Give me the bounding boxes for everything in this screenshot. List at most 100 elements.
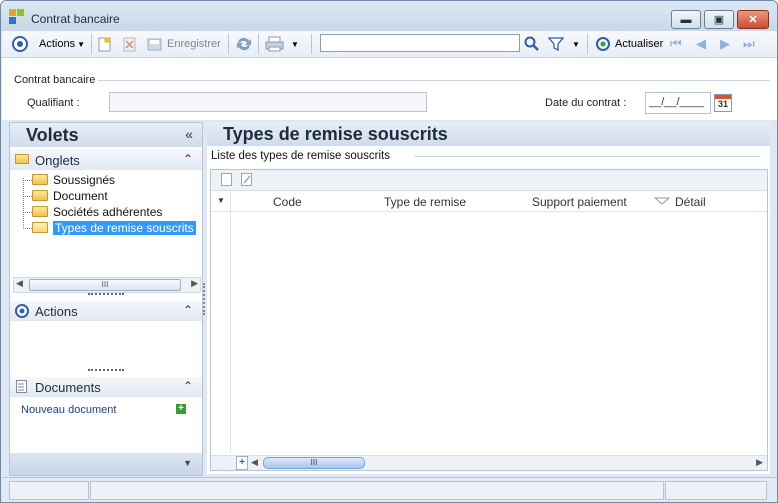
group-divider [414,156,760,157]
column-header-label: Détail [675,195,706,209]
tree-connector [23,196,32,197]
column-header-code[interactable]: Code [273,195,302,209]
folder-icon [32,174,48,185]
column-header-detail[interactable]: Détail [675,195,706,209]
toolbar-separator [258,34,259,54]
minimize-button[interactable]: ▬ [671,10,701,29]
add-row-button[interactable]: + [236,456,248,470]
column-header-support-paiement[interactable]: Support paiement [532,195,627,209]
target-button[interactable] [12,35,28,53]
page-title: Types de remise souscrits [223,124,448,144]
scroll-right-icon[interactable]: ▶ [756,457,763,468]
status-cell [9,481,89,500]
save-button[interactable]: Enregistrer [147,35,221,53]
contract-group-title: Contrat bancaire [14,74,96,86]
search-icon [524,36,539,51]
folder-icon [32,190,48,201]
search-input[interactable] [320,34,520,52]
new-document-link[interactable]: Nouveau document [21,404,116,416]
previous-record-button[interactable]: ◀ [696,35,706,53]
toolbar-separator [311,34,312,54]
double-chevron-up-icon[interactable]: ⌃ [183,379,193,393]
grid-hscrollbar[interactable]: + ◀ III ▶ [211,455,767,470]
contract-date-field[interactable]: __/__/____ [645,92,711,114]
sync-icon [237,37,251,51]
first-record-button[interactable]: ⏮ [670,35,682,53]
close-button[interactable]: ✕ [737,10,769,29]
close-icon: ✕ [748,14,758,26]
volets-title: Volets [26,125,79,145]
last-record-button[interactable]: ⏭ [743,35,755,53]
contract-date-value: __/__/____ [649,96,705,108]
sync-button[interactable] [235,35,253,53]
list-group-title: Liste des types de remise souscrits [211,150,390,162]
column-header-label: Type de remise [384,195,467,209]
grid-new-icon[interactable] [221,173,233,187]
tree-connector [23,212,32,213]
data-grid: ▼ Code Type de remise Support paiement D… [210,169,768,471]
maximize-button[interactable]: ▣ [704,10,734,29]
grid-body[interactable] [211,212,767,452]
scroll-right-icon: ▶ [191,278,198,288]
scroll-thumb-grip: III [101,280,109,289]
refresh-button[interactable]: Actualiser [595,35,663,53]
column-header-type-de-remise[interactable]: Type de remise [384,195,466,209]
onglets-title: Onglets [35,153,80,168]
filter-button[interactable]: ▼ [548,35,580,53]
grid-header-row: ▼ Code Type de remise Support paiement D… [211,191,767,212]
documents-title: Documents [35,380,101,395]
group-divider [98,80,770,81]
actions-section-header[interactable]: Actions ⌃ [10,301,202,321]
sidebar-item-societes-adherentes[interactable]: Sociétés adhérentes [32,204,162,219]
add-document-button[interactable]: + [176,404,186,414]
tree-connector [23,228,32,229]
chevron-down-icon[interactable]: ▼ [183,458,192,468]
next-record-button[interactable]: ▶ [720,35,730,53]
toolbar: Actions ▼ Enregistrer ▼ ▼ Actualiser ⏮ ◀… [2,31,777,58]
scroll-left-icon: ◀ [16,278,23,288]
scroll-left-icon[interactable]: ◀ [251,457,258,468]
actions-title: Actions [35,304,78,319]
sidebar: Volets « Onglets ⌃ Soussignés Document S… [9,122,205,476]
splitter-grip[interactable] [88,293,124,295]
scroll-thumb[interactable]: III [29,279,181,291]
grid-edit-icon[interactable] [241,173,253,187]
onglets-section-header[interactable]: Onglets ⌃ [10,150,202,170]
sidebar-item-types-de-remise[interactable]: Types de remise souscrits [32,220,196,235]
collapse-sidebar-button[interactable]: « [185,126,193,142]
title-bar: Contrat bancaire ▬ ▣ ✕ [1,1,777,31]
previous-record-icon: ◀ [696,36,706,51]
main-header: Types de remise souscrits [207,122,770,146]
dropdown-arrow-icon: ▼ [572,39,580,49]
toolbar-separator [91,34,92,54]
status-cell [90,481,664,500]
column-header-label: Support paiement [532,195,627,209]
actions-menu-button[interactable]: Actions ▼ [39,35,85,53]
double-chevron-up-icon[interactable]: ⌃ [183,303,193,317]
sidebar-resize-grip[interactable] [203,283,205,315]
plus-icon: + [178,403,184,414]
sidebar-item-document[interactable]: Document [32,188,108,203]
search-button[interactable] [524,35,540,53]
scroll-thumb[interactable]: III [263,457,365,469]
qualifiant-field[interactable] [109,92,427,112]
toolbar-separator [587,34,588,54]
splitter-grip[interactable] [88,369,124,371]
print-button[interactable]: ▼ [265,35,299,53]
documents-section-header[interactable]: Documents ⌃ [10,377,202,397]
sidebar-item-soussignes[interactable]: Soussignés [32,172,115,187]
target-icon [12,36,28,52]
sidebar-item-label: Types de remise souscrits [53,220,196,235]
new-button[interactable] [98,35,112,53]
delete-button[interactable] [123,35,137,53]
grid-toolbar [211,170,767,191]
printer-icon [265,36,284,52]
sidebar-item-label: Soussignés [53,172,116,187]
target-icon [15,304,29,318]
double-chevron-up-icon[interactable]: ⌃ [183,152,193,166]
calendar-button[interactable]: 31 [714,94,732,112]
last-record-icon: ⏭ [743,36,755,51]
sidebar-item-label: Sociétés adhérentes [53,204,163,219]
sidebar-hscrollbar[interactable]: ◀ III ▶ [13,277,201,293]
contract-date-label: Date du contrat : [545,97,627,109]
